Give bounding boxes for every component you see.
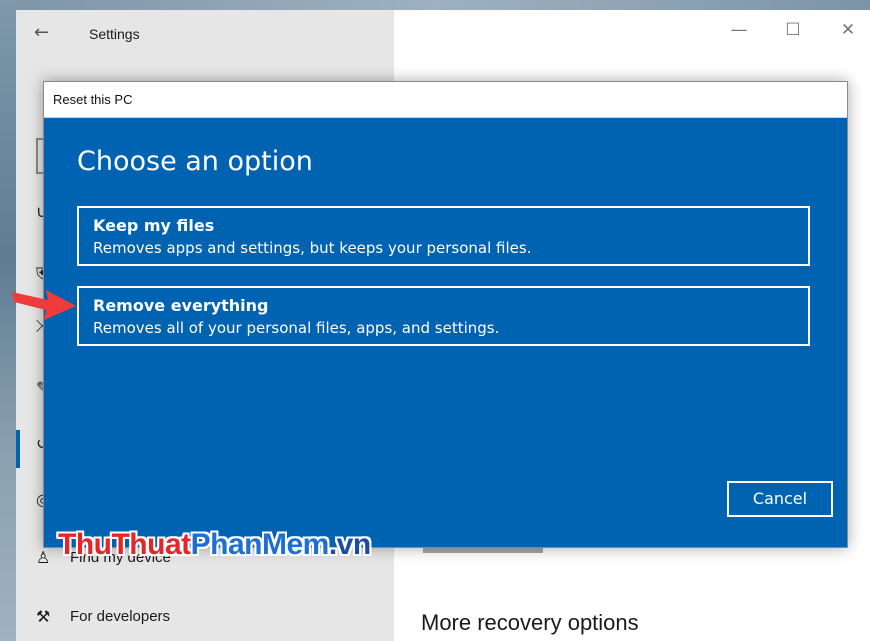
watermark-part-2: PhanMem (190, 528, 330, 561)
remove-everything-option[interactable]: Remove everything Removes all of your pe… (77, 286, 810, 346)
more-recovery-options-heading: More recovery options (421, 610, 639, 635)
close-button[interactable]: ✕ (833, 20, 863, 48)
sidebar-item-for-developers[interactable]: ⚒ For developers (36, 607, 170, 626)
maximize-button[interactable]: ☐ (778, 20, 808, 48)
sidebar-selected-indicator (16, 430, 20, 468)
desktop-top-strip (0, 0, 870, 10)
sidebar-item-label: For developers (70, 608, 171, 625)
minimize-button[interactable]: — (724, 20, 754, 48)
dialog-heading: Choose an option (77, 146, 313, 177)
keep-my-files-option[interactable]: Keep my files Removes apps and settings,… (77, 206, 810, 266)
app-title: Settings (89, 26, 140, 42)
option-description: Removes all of your personal files, apps… (93, 319, 500, 337)
red-arrow-icon (12, 290, 76, 320)
settings-titlebar: ← Settings — ☐ ✕ (16, 10, 870, 58)
dialog-title: Reset this PC (53, 92, 133, 107)
cancel-button[interactable]: Cancel (727, 481, 833, 517)
back-arrow-icon[interactable]: ← (34, 22, 49, 43)
developer-tools-icon: ⚒ (36, 607, 51, 626)
option-description: Removes apps and settings, but keeps you… (93, 239, 532, 257)
watermark-logo: ThuThuatPhanMem.vn (58, 528, 371, 562)
option-title: Remove everything (93, 296, 269, 315)
dialog-titlebar: Reset this PC (44, 82, 847, 118)
watermark-part-3: .vn (328, 528, 371, 561)
watermark-part-1: ThuThuat (58, 528, 191, 561)
reset-pc-dialog: Reset this PC Choose an option Keep my f… (43, 81, 848, 548)
option-title: Keep my files (93, 216, 215, 235)
